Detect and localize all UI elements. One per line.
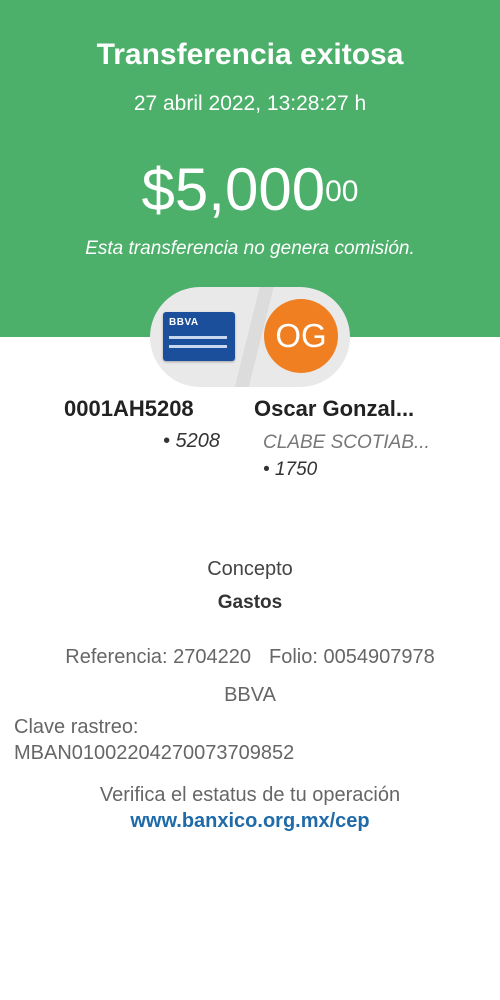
reference-number: Referencia: 2704220 [65,646,251,668]
page-title: Transferencia exitosa [96,38,404,71]
tracking-key-label: Clave rastreo: [14,716,139,738]
origin-account: 0001AH5208 [64,396,194,421]
origin-last-digits: • 5208 [163,430,221,452]
recipient-clabe: CLABE SCOTIAB... [263,432,430,453]
folio-number: Folio: 0054907978 [269,646,435,668]
reference-line: Referencia: 2704220 Folio: 0054907978 [0,646,500,669]
concept-value: Gastos [217,592,283,613]
accounts-badge: BBVA OG [150,287,350,387]
recipient-last-digits: • 1750 [263,459,318,480]
verify-status-text: Verifica el estatus de tu operación [99,784,401,806]
concept-label: Concepto [207,558,293,580]
card-stripe [169,336,227,339]
transfer-datetime: 27 abril 2022, 13:28:27 h [133,92,367,115]
card-stripe [169,345,227,348]
bank-name: BBVA [224,684,276,706]
banxico-cep-link[interactable]: www.banxico.org.mx/cep [0,810,500,833]
bbva-card-icon: BBVA [163,312,235,361]
recipient-name: Oscar Gonzal... [254,396,415,421]
card-brand: BBVA [169,317,199,328]
amount-cents: 00 [325,175,359,208]
amount-main: $5,000 [141,156,326,223]
transfer-amount: $5,00000 [0,158,500,222]
recipient-avatar: OG [264,299,338,373]
commission-note: Esta transferencia no genera comisión. [85,238,415,259]
tracking-key-value: MBAN01002204270073709852 [14,742,295,764]
